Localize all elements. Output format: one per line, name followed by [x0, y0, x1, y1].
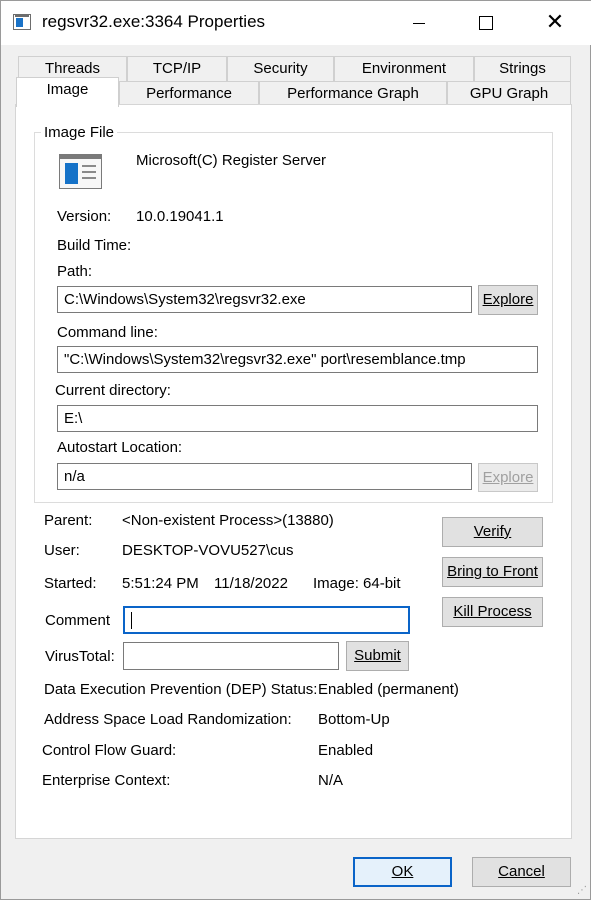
- title-bar[interactable]: regsvr32.exe:3364 Properties ✕: [1, 1, 591, 45]
- dep-label: Data Execution Prevention (DEP) Status:: [44, 681, 318, 698]
- verify-button[interactable]: Verify: [442, 517, 543, 547]
- virustotal-label: VirusTotal:: [45, 648, 115, 665]
- build-time-label: Build Time:: [57, 237, 132, 254]
- submit-button[interactable]: Submit: [346, 641, 409, 671]
- version-label: Version:: [57, 208, 112, 225]
- image-file-group-label: Image File: [41, 124, 118, 141]
- virustotal-field[interactable]: [123, 642, 339, 670]
- submit-button-label: Submit: [354, 647, 401, 664]
- tab-image[interactable]: Image: [16, 77, 119, 107]
- version-value: 10.0.19041.1: [136, 208, 224, 225]
- command-line-label: Command line:: [57, 324, 158, 341]
- tab-tcpip[interactable]: TCP/IP: [127, 56, 227, 82]
- path-label: Path:: [57, 263, 93, 280]
- bring-to-front-button[interactable]: Bring to Front: [442, 557, 543, 587]
- started-date: 11/18/2022: [214, 575, 288, 592]
- minimize-icon: [413, 22, 425, 24]
- resize-grip-icon[interactable]: ⋰: [577, 885, 587, 896]
- user-label: User:: [44, 542, 80, 559]
- image-description: Microsoft(C) Register Server: [136, 152, 327, 169]
- tab-environment[interactable]: Environment: [334, 56, 474, 82]
- aslr-label: Address Space Load Randomization:: [44, 711, 292, 728]
- started-time: 5:51:24 PM: [122, 575, 199, 592]
- command-line-field[interactable]: "C:\Windows\System32\regsvr32.exe" port\…: [57, 346, 538, 373]
- tab-strings[interactable]: Strings: [474, 56, 571, 82]
- verify-button-label: Verify: [473, 523, 512, 540]
- bring-to-front-button-label: Bring to Front: [447, 563, 538, 580]
- enterprise-context-label: Enterprise Context:: [42, 772, 171, 789]
- explore-button-label: Explore: [482, 291, 534, 308]
- app-icon: [13, 14, 31, 30]
- cfg-value: Enabled: [318, 742, 374, 759]
- parent-label: Parent:: [44, 512, 93, 529]
- close-button[interactable]: ✕: [532, 1, 578, 45]
- minimize-button[interactable]: [396, 1, 442, 45]
- parent-value: <Non-existent Process>(13880): [122, 512, 334, 529]
- exe-window-icon: [59, 154, 102, 189]
- autostart-label: Autostart Location:: [57, 439, 183, 456]
- cancel-button-label: Cancel: [498, 863, 545, 880]
- user-value: DESKTOP-VOVU527\cus: [122, 542, 294, 559]
- ok-button[interactable]: OK: [353, 857, 452, 887]
- aslr-value: Bottom-Up: [318, 711, 390, 728]
- properties-window: regsvr32.exe:3364 Properties ✕ Threads T…: [0, 0, 591, 900]
- text-caret: [131, 611, 132, 629]
- dep-value: Enabled (permanent): [318, 681, 459, 698]
- ok-button-label: OK: [391, 863, 414, 880]
- autostart-field[interactable]: n/a: [57, 463, 472, 490]
- maximize-icon: [479, 16, 493, 30]
- autostart-explore-button-label: Explore: [482, 469, 534, 486]
- close-icon: ✕: [545, 10, 565, 35]
- current-directory-field[interactable]: E:\: [57, 405, 538, 432]
- path-explore-button[interactable]: Explore: [478, 285, 538, 315]
- started-label: Started:: [44, 575, 97, 592]
- kill-process-button[interactable]: Kill Process: [442, 597, 543, 627]
- tab-security[interactable]: Security: [227, 56, 334, 82]
- enterprise-context-value: N/A: [318, 772, 344, 789]
- autostart-explore-button[interactable]: Explore: [478, 463, 538, 492]
- comment-input[interactable]: [123, 606, 410, 634]
- cfg-label: Control Flow Guard:: [42, 742, 177, 759]
- kill-process-button-label: Kill Process: [453, 603, 532, 620]
- window-title: regsvr32.exe:3364 Properties: [42, 12, 266, 31]
- comment-label: Comment: [45, 612, 111, 629]
- cancel-button[interactable]: Cancel: [472, 857, 571, 887]
- path-field[interactable]: C:\Windows\System32\regsvr32.exe: [57, 286, 472, 313]
- image-bits: Image: 64-bit: [313, 575, 401, 592]
- maximize-button[interactable]: [463, 1, 509, 45]
- current-directory-label: Current directory:: [55, 382, 171, 399]
